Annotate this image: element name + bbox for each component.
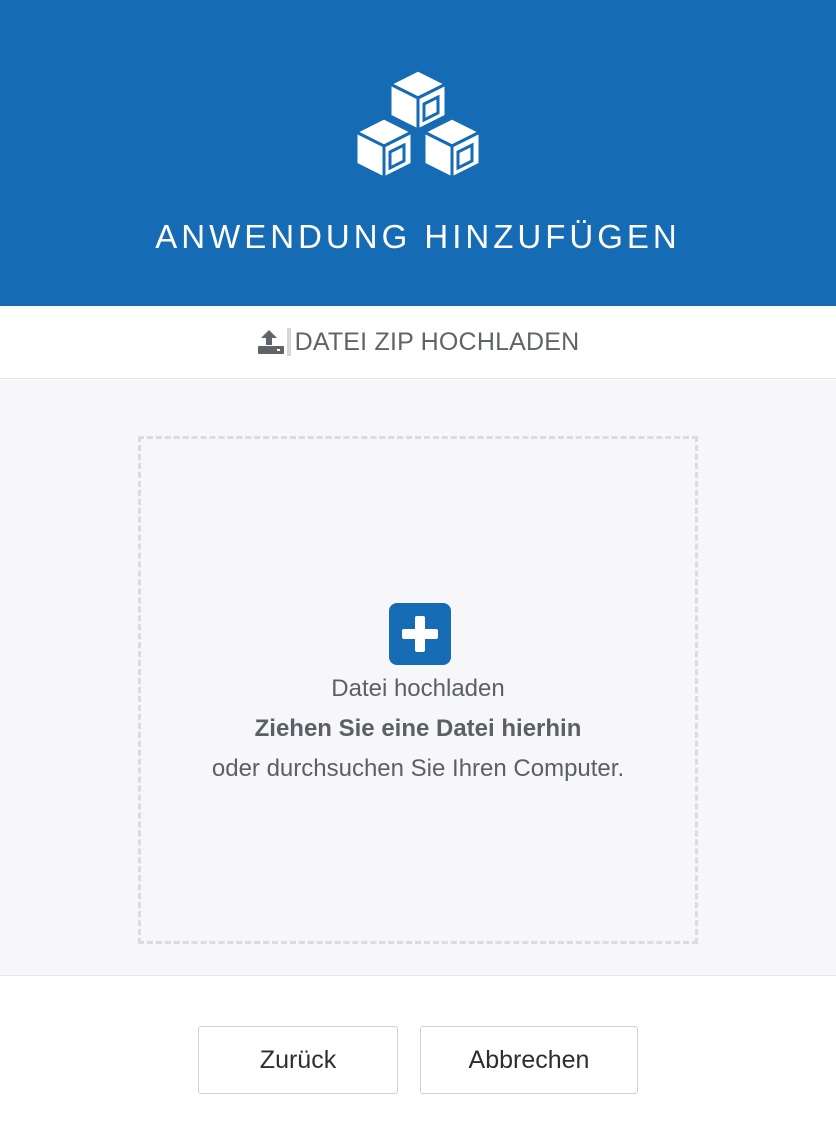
cancel-button[interactable]: Abbrechen xyxy=(420,1026,638,1094)
dialog-footer: Zurück Abbrechen xyxy=(0,977,836,1140)
dropzone-title: Datei hochladen xyxy=(331,675,505,702)
upload-icon xyxy=(257,328,291,356)
cubes-icon xyxy=(354,68,482,180)
plus-icon[interactable] xyxy=(389,603,451,665)
content-area: Datei hochladen Ziehen Sie eine Datei hi… xyxy=(0,380,836,976)
dropzone-drag-hint: Ziehen Sie eine Datei hierhin xyxy=(254,715,582,742)
upload-zip-label: DATEI ZIP HOCHLADEN xyxy=(294,327,580,356)
add-application-dialog: ANWENDUNG HINZUFÜGEN DATEI ZIP HOCHLADEN… xyxy=(0,0,836,1140)
back-button[interactable]: Zurück xyxy=(198,1026,398,1094)
upload-zip-tab[interactable]: DATEI ZIP HOCHLADEN xyxy=(0,306,836,379)
file-dropzone[interactable]: Datei hochladen Ziehen Sie eine Datei hi… xyxy=(138,436,698,944)
dialog-title: ANWENDUNG HINZUFÜGEN xyxy=(155,218,681,255)
dialog-header: ANWENDUNG HINZUFÜGEN xyxy=(0,0,836,306)
dropzone-browse-hint: oder durchsuchen Sie Ihren Computer. xyxy=(211,755,625,782)
